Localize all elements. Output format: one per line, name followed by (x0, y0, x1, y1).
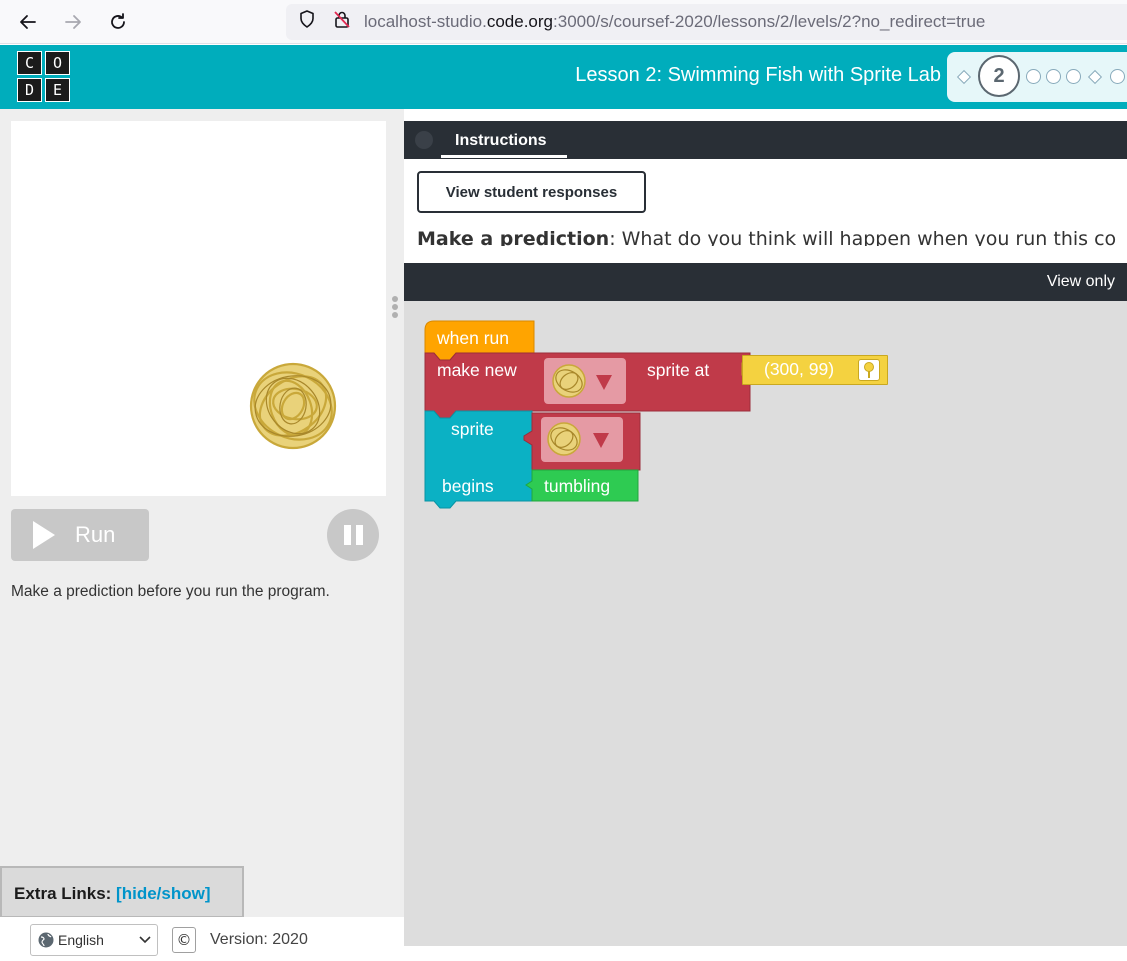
hide-show-link[interactable]: [hide/show] (116, 884, 210, 903)
level-bubble-diamond[interactable] (956, 69, 972, 85)
sprite-at-label: sprite at (647, 360, 710, 380)
prediction-note: Make a prediction before you run the pro… (11, 583, 330, 600)
logo-letter: D (17, 78, 42, 102)
make-new-label: make new (437, 360, 517, 380)
tumbleweed-sprite (249, 362, 337, 450)
chevron-down-icon (139, 936, 151, 944)
sprite-costume-dropdown[interactable] (541, 417, 623, 462)
lesson-title[interactable]: Lesson 2: Swimming Fish with Sprite Lab (575, 64, 941, 87)
level-progress: 2 (947, 52, 1127, 102)
reload-icon[interactable] (104, 8, 132, 36)
shield-icon[interactable] (297, 9, 317, 29)
sprite-label: sprite (451, 419, 494, 439)
forward-arrow-icon[interactable] (59, 8, 87, 36)
url-text[interactable]: localhost-studio.code.org:3000/s/coursef… (364, 12, 985, 32)
when-run-label: when run (437, 328, 509, 348)
code-org-logo[interactable]: C O D E (17, 51, 71, 103)
tumbleweed-thumbnail-icon (552, 364, 586, 398)
globe-icon (38, 932, 54, 948)
run-button-label[interactable]: Run (75, 522, 115, 548)
chevron-down-icon (596, 375, 612, 390)
location-pin-icon[interactable] (858, 359, 880, 381)
tumbling-label: tumbling (544, 476, 611, 496)
game-stage[interactable] (11, 121, 386, 496)
begins-label: begins (442, 476, 494, 496)
collapse-icon[interactable] (415, 131, 433, 149)
level-bubble[interactable] (1026, 69, 1041, 84)
level-bubble[interactable] (1066, 69, 1081, 84)
copyright-button[interactable]: © (172, 927, 196, 953)
level-bubble[interactable] (1110, 69, 1125, 84)
instructions-body-text: : What do you think will happen when you… (609, 228, 1117, 246)
play-icon (33, 521, 55, 549)
logo-letter: E (45, 78, 70, 102)
pause-button[interactable] (327, 509, 379, 561)
back-arrow-icon[interactable] (14, 8, 42, 36)
costume-dropdown[interactable] (544, 358, 626, 404)
current-level-bubble[interactable]: 2 (978, 55, 1020, 97)
site-header: C O D E Lesson 2: Swimming Fish with Spr… (0, 45, 1127, 109)
level-bubble[interactable] (1046, 69, 1061, 84)
language-value: English (58, 932, 104, 948)
instructions-text: Make a prediction: What do you think wil… (417, 227, 1127, 246)
workspace-header: View only (404, 263, 1127, 301)
view-student-responses-button[interactable]: View student responses (417, 171, 646, 213)
tumbleweed-thumbnail-icon (547, 422, 581, 456)
chevron-down-icon (593, 433, 609, 448)
language-select[interactable]: English (30, 924, 158, 956)
instructions-bold-lead: Make a prediction (417, 228, 610, 246)
resize-handle[interactable] (391, 296, 399, 322)
level-bubble-diamond[interactable] (1087, 69, 1103, 85)
extra-links: Extra Links: [hide/show] (0, 866, 244, 918)
logo-letter: O (45, 51, 70, 75)
tab-instructions[interactable]: Instructions (441, 121, 567, 158)
pause-icon (343, 525, 351, 545)
insecure-lock-icon[interactable] (332, 9, 352, 29)
browser-toolbar: localhost-studio.code.org:3000/s/coursef… (0, 0, 1127, 44)
extra-links-label: Extra Links: (14, 884, 117, 903)
location-value[interactable]: (300, 99) (764, 359, 834, 380)
pause-icon (355, 525, 363, 545)
logo-letter: C (17, 51, 42, 75)
view-only-label: View only (1046, 273, 1115, 290)
version-label: Version: 2020 (210, 931, 308, 948)
